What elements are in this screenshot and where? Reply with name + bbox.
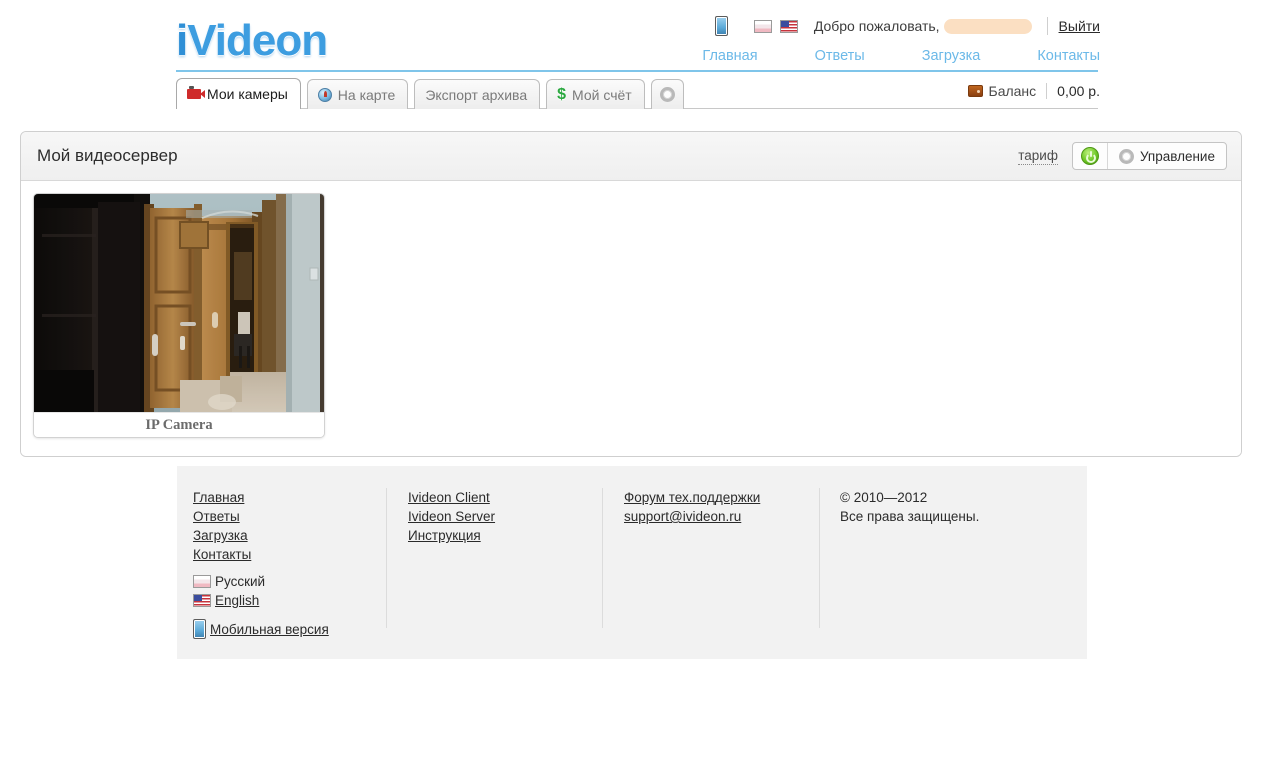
- footer-column-support: Форум тех.поддержки support@ivideon.ru: [602, 488, 819, 639]
- nav-item-download[interactable]: Загрузка: [922, 48, 981, 64]
- tab-list: Мои камеры На карте Экспорт архива $ Мой…: [176, 78, 684, 109]
- power-icon: [1080, 147, 1099, 165]
- divider: [1046, 17, 1048, 35]
- page-header: iVideon Добро пожаловать, Выйти Главная …: [0, 0, 1264, 78]
- balance-amount: 0,00 р.: [1057, 83, 1100, 99]
- header-divider: [176, 70, 1098, 72]
- camera-name: IP Camera: [34, 412, 324, 437]
- footer-mobile-version[interactable]: Мобильная версия: [193, 619, 386, 639]
- main-navigation: Главная Ответы Загрузка Контакты: [702, 48, 1100, 64]
- header-utility-bar: Добро пожаловать, Выйти: [714, 16, 1100, 36]
- dollar-icon: $: [557, 85, 567, 103]
- welcome-text: Добро пожаловать,: [813, 18, 940, 34]
- mobile-phone-icon[interactable]: [714, 16, 728, 36]
- wallet-icon: [967, 85, 983, 97]
- tab-my-cameras[interactable]: Мои камеры: [176, 78, 301, 109]
- logo-text: Videon: [187, 16, 328, 65]
- site-logo[interactable]: iVideon: [176, 16, 328, 66]
- nav-item-answers[interactable]: Ответы: [815, 48, 865, 64]
- tab-bar: Мои камеры На карте Экспорт архива $ Мой…: [0, 78, 1264, 118]
- footer-column-products: Ivideon Client Ivideon Server Инструкция: [386, 488, 602, 639]
- tab-label: Мои камеры: [207, 85, 288, 102]
- tab-label: Экспорт архива: [425, 86, 528, 103]
- mobile-phone-icon: [193, 619, 206, 639]
- footer-link-ivideon-server[interactable]: Ivideon Server: [408, 507, 495, 526]
- footer-lang-label: English: [215, 593, 260, 608]
- footer-link-support-email[interactable]: support@ivideon.ru: [624, 507, 741, 526]
- footer-lang-label: Русский: [215, 574, 266, 589]
- camera-card[interactable]: IP Camera: [33, 193, 325, 438]
- page-title: Мой видеосервер: [37, 146, 178, 165]
- footer-link-download[interactable]: Загрузка: [193, 526, 248, 545]
- nav-item-home[interactable]: Главная: [702, 48, 757, 64]
- video-camera-icon: [187, 85, 205, 99]
- globe-icon: [317, 87, 332, 102]
- gear-icon: [1118, 148, 1134, 164]
- footer-lang-russian[interactable]: Русский: [193, 572, 386, 591]
- manage-button[interactable]: Управление: [1108, 143, 1226, 169]
- divider: [602, 488, 603, 628]
- tab-label: Мой счёт: [572, 86, 632, 103]
- panel-header: Мой видеосервер тариф Управление: [21, 132, 1241, 181]
- footer-mobile-label: Мобильная версия: [210, 621, 329, 637]
- logout-link[interactable]: Выйти: [1059, 18, 1100, 34]
- power-toggle-button[interactable]: [1073, 143, 1108, 169]
- balance-widget[interactable]: Баланс 0,00 р.: [967, 83, 1100, 99]
- camera-grid: IP Camera: [21, 181, 1241, 456]
- footer-link-support-forum[interactable]: Форум тех.поддержки: [624, 488, 760, 507]
- balance-label: Баланс: [988, 83, 1037, 99]
- footer-copyright: © 2010—2012: [840, 490, 928, 505]
- footer-lang-english[interactable]: English: [193, 591, 386, 610]
- tab-label: На карте: [337, 86, 396, 103]
- footer-link-answers[interactable]: Ответы: [193, 507, 240, 526]
- page-footer: Главная Ответы Загрузка Контакты Русский…: [177, 466, 1087, 659]
- tab-my-account[interactable]: $ Мой счёт: [546, 79, 645, 109]
- divider: [386, 488, 387, 628]
- videoserver-panel: Мой видеосервер тариф Управление IP Came…: [20, 131, 1242, 457]
- tariff-link[interactable]: тариф: [1018, 148, 1058, 165]
- russian-flag-icon: [193, 575, 211, 588]
- footer-link-home[interactable]: Главная: [193, 488, 244, 507]
- usa-flag-icon: [193, 594, 211, 607]
- usa-flag-icon[interactable]: [779, 19, 798, 33]
- panel-button-group: Управление: [1071, 142, 1227, 170]
- divider: [1046, 83, 1048, 99]
- footer-column-copyright: © 2010—2012 Все права защищены.: [819, 488, 1080, 639]
- footer-link-ivideon-client[interactable]: Ivideon Client: [408, 488, 490, 507]
- nav-item-contacts[interactable]: Контакты: [1037, 48, 1100, 64]
- panel-actions: тариф Управление: [1018, 142, 1227, 170]
- camera-preview-image: [34, 194, 324, 412]
- footer-rights: Все права защищены.: [840, 509, 980, 524]
- divider: [819, 488, 820, 628]
- tab-settings[interactable]: [650, 79, 684, 109]
- tab-archive-export[interactable]: Экспорт архива: [414, 79, 541, 109]
- footer-columns: Главная Ответы Загрузка Контакты Русский…: [177, 466, 1087, 639]
- tab-on-map[interactable]: На карте: [306, 79, 409, 109]
- username-redacted: [943, 18, 1032, 34]
- footer-column-site: Главная Ответы Загрузка Контакты Русский…: [193, 488, 386, 639]
- camera-thumbnail[interactable]: [34, 194, 324, 412]
- manage-button-label: Управление: [1139, 148, 1215, 164]
- gear-icon: [659, 87, 675, 102]
- footer-link-instruction[interactable]: Инструкция: [408, 526, 481, 545]
- footer-link-contacts[interactable]: Контакты: [193, 545, 251, 564]
- russian-flag-icon[interactable]: [753, 19, 772, 33]
- logo-letter-i: i: [176, 16, 188, 65]
